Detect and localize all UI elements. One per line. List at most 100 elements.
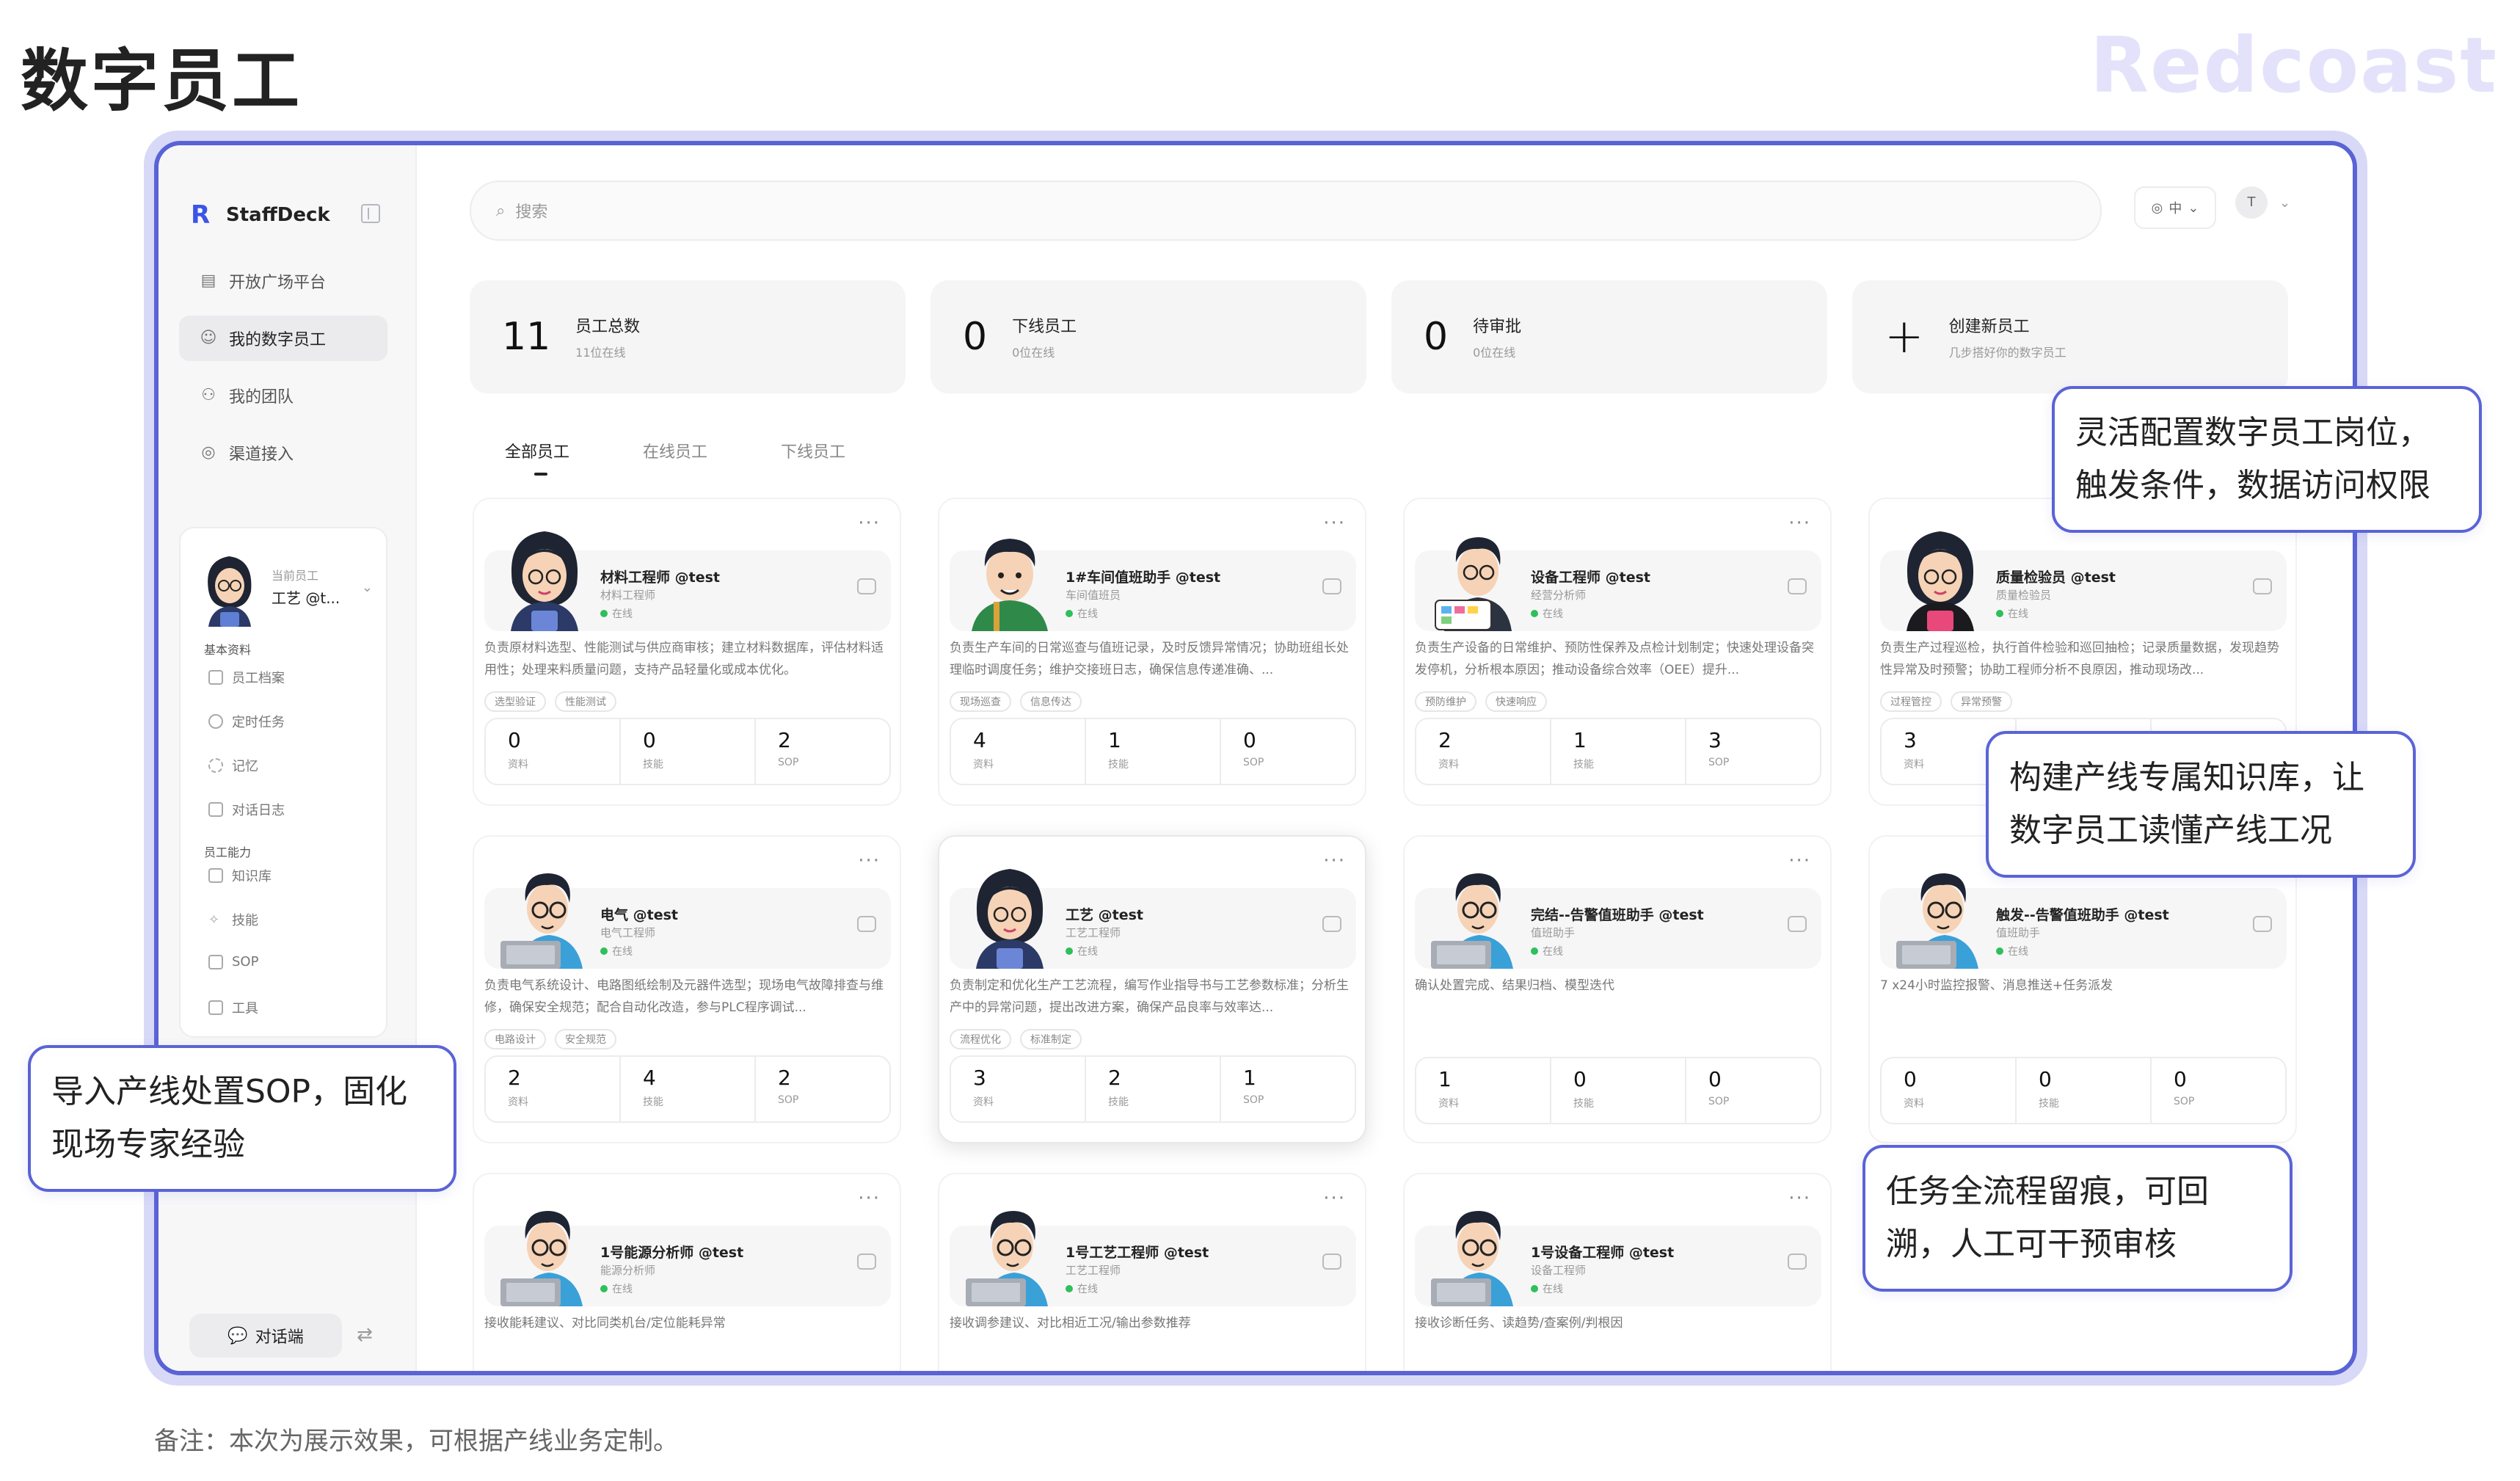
language-selector[interactable]: ◎ 中 ⌄ [2134, 186, 2216, 229]
sidebar-collapse-icon[interactable] [361, 204, 380, 223]
staff-card[interactable]: ··· 工艺 @test 工艺工程师 在线 负责制定和优化生产工艺流程，编写作业… [938, 835, 1366, 1143]
chat-icon[interactable] [857, 1253, 876, 1270]
more-options-icon[interactable]: ··· [1788, 512, 1811, 534]
tab-all-staff[interactable]: 全部员工 [505, 439, 569, 476]
staff-card-header: 1号工艺工程师 @test 工艺工程师 在线 [950, 1211, 1356, 1306]
staff-card[interactable]: ··· 1号设备工程师 @test 设备工程师 在线 接收诊断任务、读趋势/查案… [1403, 1173, 1832, 1371]
sidebar-item-chat-log[interactable]: 对话日志 [208, 800, 285, 819]
stat-cell[interactable]: 1 资料 [1416, 1058, 1551, 1123]
staff-card-header: 材料工程师 @test 材料工程师 在线 [484, 531, 891, 631]
swap-icon[interactable]: ⇄ [357, 1324, 373, 1346]
stat-cell[interactable]: 0 SOP [1686, 1058, 1820, 1123]
staff-card[interactable]: ··· 1号能源分析师 @test 能源分析师 在线 接收能耗建议、对比同类机台… [473, 1173, 901, 1371]
staff-role: 车间值班员 [1066, 589, 1121, 602]
stat-cell[interactable]: 4 资料 [951, 719, 1086, 784]
chat-icon[interactable] [1322, 578, 1341, 594]
more-options-icon[interactable]: ··· [1788, 850, 1811, 872]
chat-icon[interactable] [1788, 916, 1807, 932]
more-options-icon[interactable]: ··· [1788, 1187, 1811, 1209]
stat-cell[interactable]: 0 资料 [1882, 1058, 2017, 1123]
more-options-icon[interactable]: ··· [858, 850, 881, 872]
sidebar-item-skills[interactable]: ✧ 技能 [208, 910, 258, 929]
status-badge: 在线 [1531, 1281, 1563, 1296]
staff-role: 值班助手 [1996, 926, 2041, 939]
sidebar-item-knowledge[interactable]: 知识库 [208, 866, 272, 885]
stat-cell[interactable]: 3 资料 [951, 1057, 1086, 1121]
status-text: 在线 [612, 946, 633, 958]
count-value: 0 [508, 728, 521, 752]
stat-cell[interactable]: 0 SOP [2152, 1058, 2285, 1123]
count-value: 0 [1243, 728, 1256, 752]
section-title-basic: 基本资料 [204, 643, 252, 657]
chat-icon[interactable] [2253, 916, 2272, 932]
toolbox-icon [208, 1000, 223, 1015]
tab-offline-staff[interactable]: 下线员工 [781, 439, 845, 462]
count-value: 4 [643, 1066, 656, 1090]
sidebar-item-label: 工具 [232, 1001, 258, 1016]
stat-label: 创建新员工 [1948, 318, 2030, 336]
chat-icon[interactable] [1322, 1253, 1341, 1270]
staff-card[interactable]: ··· 1号工艺工程师 @test 工艺工程师 在线 接收调参建议、对比相近工况… [938, 1173, 1366, 1371]
more-options-icon[interactable]: ··· [1323, 512, 1346, 534]
staff-card-header: 1#车间值班助手 @test 车间值班员 在线 [950, 539, 1356, 631]
stat-cell[interactable]: 2 资料 [1416, 719, 1551, 784]
more-options-icon[interactable]: ··· [1323, 1187, 1346, 1209]
app-logo[interactable]: R StaffDeck [191, 203, 330, 228]
staff-card[interactable]: ··· 完结--告警值班助手 @test 值班助手 在线 确认处置完成、结果归档… [1403, 835, 1832, 1143]
more-options-icon[interactable]: ··· [858, 1187, 881, 1209]
stat-cell[interactable]: 2 资料 [486, 1057, 621, 1121]
current-staff-selector[interactable]: 当前员工 工艺 @t... [198, 546, 340, 627]
chat-icon[interactable] [857, 916, 876, 932]
staff-description: 负责制定和优化生产工艺流程，编写作业指导书与工艺参数标准；分析生产中的异常问题，… [950, 978, 1349, 1015]
more-options-icon[interactable]: ··· [1323, 850, 1346, 872]
chat-icon[interactable] [1788, 1253, 1807, 1270]
stat-cell[interactable]: 0 SOP [1221, 719, 1355, 784]
stat-cell[interactable]: 1 技能 [1086, 719, 1221, 784]
user-menu[interactable]: T ⌄ [2235, 186, 2290, 219]
staff-description: 7 x24小时监控报警、消息推送+任务派发 [1880, 978, 2113, 993]
current-staff-name: 工艺 @t... [272, 589, 341, 607]
stat-cell[interactable]: 4 技能 [621, 1057, 756, 1121]
chat-icon[interactable] [1322, 916, 1341, 932]
stat-cell[interactable]: 1 技能 [1551, 719, 1686, 784]
stat-cell[interactable]: 1 SOP [1221, 1057, 1355, 1121]
sidebar-item-tools[interactable]: 工具 [208, 998, 258, 1017]
chat-icon[interactable] [1788, 578, 1807, 594]
sidebar-item-scheduled[interactable]: 定时任务 [208, 712, 285, 731]
chat-mode-button[interactable]: 💬 对话端 [189, 1314, 342, 1358]
staff-card[interactable]: ··· 材料工程师 @test 材料工程师 在线 负责原材料选型、性能测试与供应… [473, 498, 901, 806]
stat-cell[interactable]: 0 技能 [1551, 1058, 1686, 1123]
create-staff-button[interactable]: + 创建新员工 几步搭好你的数字员工 [1852, 280, 2288, 393]
skill-tag: 异常预警 [1951, 691, 2012, 712]
sidebar-item-my-team[interactable]: ⚇ 我的团队 [179, 373, 387, 418]
chat-icon[interactable] [857, 578, 876, 594]
sidebar-item-open-plaza[interactable]: ▤ 开放广场平台 [179, 258, 387, 304]
sidebar-item-label: 我的数字员工 [229, 331, 327, 349]
tab-online-staff[interactable]: 在线员工 [643, 439, 707, 462]
sidebar-item-my-staff[interactable]: ☺ 我的数字员工 [179, 316, 387, 361]
staff-card[interactable]: ··· 1#车间值班助手 @test 车间值班员 在线 负责生产车间的日常巡查与… [938, 498, 1366, 806]
chevron-down-icon[interactable]: ⌄ [362, 580, 373, 595]
sidebar-item-sop[interactable]: SOP [208, 954, 258, 969]
search-input[interactable]: ⌕ 搜索 [470, 181, 2102, 241]
online-dot-icon [600, 1285, 608, 1292]
sidebar-item-profile[interactable]: 员工档案 [208, 668, 285, 687]
chat-icon[interactable] [2253, 578, 2272, 594]
stat-cell[interactable]: 0 技能 [621, 719, 756, 784]
app-name: StaffDeck [226, 204, 330, 226]
staff-name: 1号设备工程师 @test [1531, 1245, 1675, 1261]
sidebar-item-channels[interactable]: ◎ 渠道接入 [179, 430, 387, 476]
more-options-icon[interactable]: ··· [858, 512, 881, 534]
stat-cell[interactable]: 0 技能 [2017, 1058, 2152, 1123]
staff-card[interactable]: ··· 电气 @test 电气工程师 在线 负责电气系统设计、电路图纸绘制及元器… [473, 835, 901, 1143]
stat-cell[interactable]: 2 SOP [756, 719, 889, 784]
stat-label: 待审批 [1473, 318, 1522, 336]
staff-card[interactable]: ··· 设备工程师 @test 经营分析师 在线 负责生产设备的日常维护、预防性… [1403, 498, 1832, 806]
stat-cell[interactable]: 2 技能 [1086, 1057, 1221, 1121]
staff-card[interactable]: ··· 触发--告警值班助手 @test 值班助手 在线 7 x24小时监控报警… [1868, 835, 2297, 1143]
stat-cell[interactable]: 3 SOP [1686, 719, 1820, 784]
count-label: SOP [778, 1094, 799, 1106]
stat-cell[interactable]: 0 资料 [486, 719, 621, 784]
sidebar-item-memory[interactable]: 记忆 [208, 756, 258, 775]
stat-cell[interactable]: 2 SOP [756, 1057, 889, 1121]
